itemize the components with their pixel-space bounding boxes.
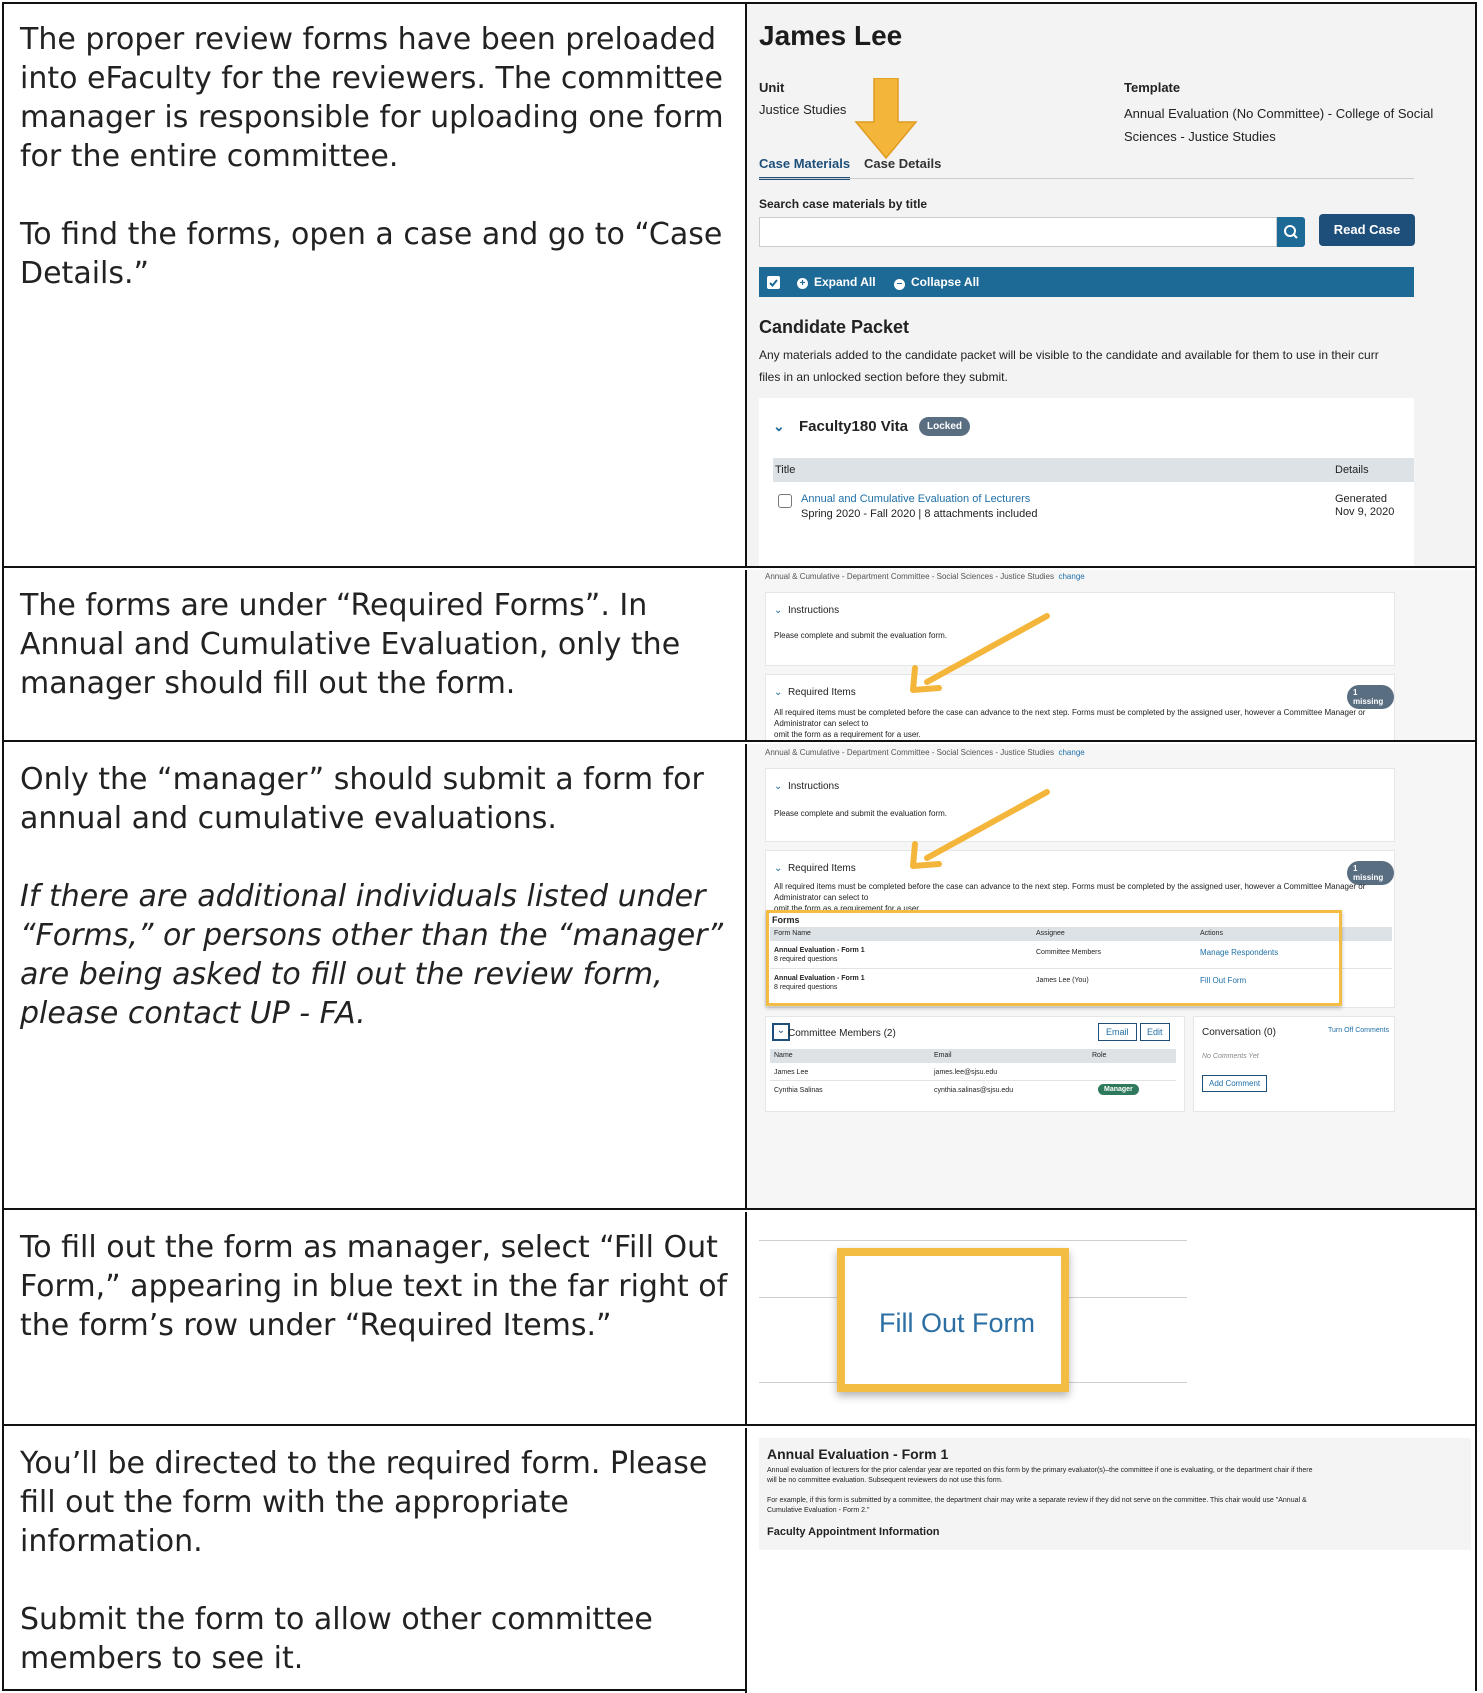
minus-circle-icon: – — [894, 279, 905, 290]
template-label: Template — [1124, 80, 1181, 95]
instructions-card: ⌄ Instructions Please complete and submi… — [765, 592, 1395, 666]
required-items-toggle[interactable]: ⌄ Required Items — [774, 863, 856, 874]
packet-description: Any materials added to the candidate pac… — [759, 348, 1379, 384]
search-input[interactable] — [759, 217, 1277, 247]
missing-badge: 1 missing — [1347, 685, 1394, 709]
search-label: Search case materials by title — [759, 197, 928, 211]
turn-off-comments-link[interactable]: Turn Off Comments — [1328, 1027, 1389, 1034]
fill-out-form-highlight: Fill Out Form — [837, 1248, 1069, 1392]
members-table-header: Name Email Role — [770, 1049, 1176, 1063]
case-details-screenshot: James Lee Unit Justice Studies Template … — [747, 4, 1475, 566]
add-comment-button[interactable]: Add Comment — [1202, 1075, 1268, 1092]
forms-screenshot: Annual & Cumulative - Department Committ… — [747, 744, 1475, 1208]
email-button[interactable]: Email — [1098, 1023, 1137, 1041]
section-title: Faculty180 Vita — [799, 418, 908, 435]
paragraph: The forms are under “Required Forms”. In… — [20, 588, 681, 701]
required-items-text: All required items must be completed bef… — [774, 708, 1366, 739]
workflow-header: Annual & Cumulative - Department Committ… — [765, 572, 1085, 581]
expand-collapse-bar: + Expand All – Collapse All — [759, 267, 1414, 297]
member-row: James Lee james.lee@sjsu.edu — [770, 1065, 1176, 1081]
unit-value: Justice Studies — [759, 102, 847, 117]
section-card: ⌄ Faculty180 Vita Locked Title Details A… — [759, 398, 1414, 566]
down-arrow-icon — [854, 78, 918, 160]
select-all-checkbox[interactable] — [767, 276, 780, 289]
paragraph: To find the forms, open a case and go to… — [20, 217, 723, 291]
form-screenshot: Annual Evaluation - Form 1 Annual evalua… — [747, 1428, 1475, 1693]
chevron-down-icon: ⌄ — [774, 781, 783, 792]
row-4-instructions: To fill out the form as manager, select … — [4, 1212, 745, 1424]
row-2-instructions: The forms are under “Required Forms”. In… — [4, 570, 745, 740]
section-heading: Faculty Appointment Information — [767, 1526, 940, 1538]
paragraph: You’ll be directed to the required form.… — [20, 1446, 708, 1559]
italic-note: If there are additional individuals list… — [20, 879, 724, 1031]
chevron-down-icon: ⌄ — [774, 863, 783, 874]
instructions-card: ⌄ Instructions Please complete and submi… — [765, 768, 1395, 842]
paragraph: The proper review forms have been preloa… — [20, 22, 724, 174]
fill-out-form-link[interactable]: Fill Out Form — [879, 1308, 1035, 1339]
paragraph: Only the “manager” should submit a form … — [20, 762, 704, 836]
pointer-arrow-icon — [910, 789, 1050, 869]
workflow-header: Annual & Cumulative - Department Committ… — [765, 748, 1085, 757]
table-header: Title Details — [773, 458, 1414, 482]
form-title: Annual Evaluation - Form 1 — [767, 1446, 949, 1462]
table-row: You’ll be directed to the required form.… — [4, 1428, 1475, 1693]
instruction-table: The proper review forms have been preloa… — [2, 2, 1477, 1693]
form-panel: Annual Evaluation - Form 1 Annual evalua… — [759, 1438, 1471, 1550]
required-items-toggle[interactable]: ⌄ Required Items — [774, 687, 856, 698]
instructions-toggle[interactable]: ⌄ Instructions — [774, 781, 839, 792]
table-row: The forms are under “Required Forms”. In… — [4, 570, 1475, 742]
packet-title: Candidate Packet — [759, 317, 910, 337]
expand-all-button[interactable]: + Expand All — [797, 275, 876, 289]
committee-title: Committee Members (2) — [788, 1028, 896, 1039]
unit-label: Unit — [759, 80, 785, 95]
chevron-down-icon[interactable]: ⌄ — [773, 418, 785, 435]
edit-button[interactable]: Edit — [1140, 1023, 1170, 1041]
row-5-instructions: You’ll be directed to the required form.… — [4, 1428, 745, 1693]
candidate-name: James Lee — [759, 20, 903, 51]
committee-card: ⌄ Committee Members (2) Email Edit Name … — [765, 1016, 1185, 1112]
table-row: Only the “manager” should submit a form … — [4, 744, 1475, 1210]
row-3-instructions: Only the “manager” should submit a form … — [4, 744, 745, 1208]
item-checkbox[interactable] — [778, 494, 792, 508]
fill-out-form-zoom: Fill Out Form — [747, 1212, 1475, 1424]
item-date: Nov 9, 2020 — [1335, 506, 1395, 518]
plus-circle-icon: + — [797, 278, 808, 289]
required-items-screenshot: Annual & Cumulative - Department Committ… — [747, 570, 1475, 740]
conversation-card: Conversation (0) Turn Off Comments No Co… — [1193, 1016, 1395, 1112]
pointer-arrow-icon — [910, 613, 1050, 693]
forms-highlight-box — [766, 910, 1342, 1006]
paragraph: Submit the form to allow other committee… — [20, 1602, 653, 1676]
locked-badge: Locked — [919, 417, 971, 436]
search-icon — [1284, 225, 1298, 239]
item-subtitle: Spring 2020 - Fall 2020 | 8 attachments … — [801, 508, 1038, 520]
manager-badge: Manager — [1098, 1084, 1139, 1095]
paragraph: To fill out the form as manager, select … — [20, 1230, 728, 1343]
no-comments-text: No Comments Yet — [1202, 1053, 1259, 1060]
tab-case-details[interactable]: Case Details — [864, 156, 941, 171]
read-case-button[interactable]: Read Case — [1319, 214, 1415, 246]
chevron-down-icon: ⌄ — [774, 605, 783, 616]
table-row: To fill out the form as manager, select … — [4, 1212, 1475, 1426]
member-row: Cynthia Salinas cynthia.salinas@sjsu.edu… — [770, 1083, 1176, 1099]
table-row: The proper review forms have been preloa… — [4, 4, 1475, 568]
form-example: For example, if this form is submitted b… — [767, 1497, 1307, 1514]
chevron-down-icon: ⌄ — [774, 687, 783, 698]
form-description: Annual evaluation of lecturers for the p… — [767, 1467, 1313, 1484]
conversation-title: Conversation (0) — [1202, 1027, 1276, 1038]
collapse-all-button[interactable]: – Collapse All — [894, 275, 979, 290]
row-1-instructions: The proper review forms have been preloa… — [4, 4, 745, 566]
item-generated: Generated — [1335, 493, 1387, 505]
search-button[interactable] — [1277, 217, 1305, 247]
tab-case-materials[interactable]: Case Materials — [759, 156, 851, 180]
required-items-card: ⌄ Required Items 1 missing All required … — [765, 674, 1395, 740]
instructions-toggle[interactable]: ⌄ Instructions — [774, 605, 839, 616]
item-title-link[interactable]: Annual and Cumulative Evaluation of Lect… — [801, 493, 1030, 505]
template-value: Annual Evaluation (No Committee) - Colle… — [1124, 106, 1434, 144]
